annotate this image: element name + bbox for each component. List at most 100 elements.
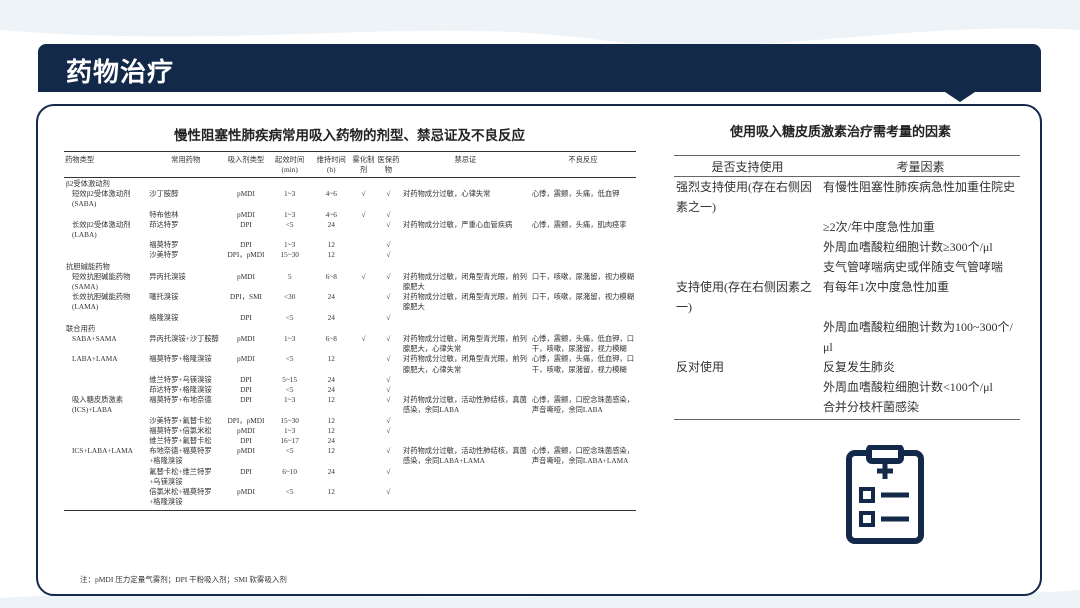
table-cell-type xyxy=(64,250,147,260)
table-cell-form: pMDI xyxy=(237,189,255,199)
table-cell-drug: 福莫特罗 xyxy=(149,240,179,250)
table-cell-type xyxy=(64,436,147,446)
table-cell-type: 长效β2受体激动剂(LABA) xyxy=(72,219,131,240)
table-cell-neb xyxy=(351,385,376,395)
table-row: 外周血嗜酸粒细胞计数≥300个/μl xyxy=(674,237,1020,257)
page-title: 药物治疗 xyxy=(66,58,175,88)
table-cell-onset xyxy=(268,323,312,334)
table-row: 短效抗胆碱能药物(SAMA) 异丙托溴铵 pMDI 5 6~8 √ √ 对药物成分过敏，闭角型… xyxy=(64,272,636,292)
table-cell-factor: 反复发生肺炎 xyxy=(823,360,896,374)
table-cell-neb xyxy=(351,354,376,374)
ics-table-body: 强烈支持使用(存在右侧因素之一) 有慢性阻塞性肺疾病急性加重住院史 ≥2次/年中度急… xyxy=(674,177,1020,420)
table-cell-type xyxy=(64,385,147,395)
table-row: 吸入糖皮质激素(ICS)+LABA 福莫特罗+布地奈德 DPI 1~3 12 √ 对药物成分… xyxy=(64,395,636,415)
table-cell-onset: <5 xyxy=(285,219,294,229)
table-cell-form: DPI xyxy=(240,240,252,250)
table-cell-contra: 对药物成分过敏，闭角型青光眼，前列腺肥大 xyxy=(402,292,527,312)
table-cell-factor: 有慢性阻塞性肺疾病急性加重住院史 xyxy=(823,180,1016,194)
clipboard-checklist-icon xyxy=(846,445,924,544)
table-cell-adverse: 心悸，震颤，口腔念珠菌感染，声音嘶哑，余同LABA xyxy=(531,395,635,415)
col-header: 禁忌证 xyxy=(400,151,530,178)
col-header: 常用药物 xyxy=(147,151,225,178)
table-cell-adverse: 心悸，震颤，口腔念珠菌感染，声音嘶哑，余同LABA+LAMA xyxy=(531,446,635,466)
table-cell-support xyxy=(674,397,821,420)
table-cell-factor: ≥2次/年中度急性加重 xyxy=(823,220,935,234)
table-cell-dur: 24 xyxy=(327,312,335,322)
table-cell-adverse xyxy=(530,323,636,334)
table-cell-form xyxy=(224,178,268,190)
table-cell-support: 支持使用(存在右侧因素之一) xyxy=(676,280,812,314)
col-header: 雾化制剂 xyxy=(351,151,376,178)
table-cell-onset xyxy=(268,261,312,272)
table-cell-contra xyxy=(401,178,530,190)
table-cell-ins: √ xyxy=(386,385,391,395)
table-cell-drug: 维兰特罗+乌镁溴铵 xyxy=(149,374,212,384)
table-cell-neb xyxy=(351,395,376,415)
table-cell-onset: 5~15 xyxy=(282,374,298,384)
table-cell-dur: 12 xyxy=(327,425,335,435)
table-cell-type: 联合用药 xyxy=(66,323,96,333)
table-row: 支气管哮喘病史或伴随支气管哮喘 xyxy=(674,257,1020,277)
table-cell-neb xyxy=(351,446,376,466)
table-cell-contra xyxy=(401,210,530,220)
table-cell-adverse xyxy=(530,261,636,272)
col-header: 考量因素 xyxy=(821,155,1020,177)
table-cell-form: pMDI xyxy=(237,354,255,364)
col-header: 吸入剂类型 xyxy=(224,151,268,178)
col-header: 维持时间(h) xyxy=(311,151,351,178)
table-cell-form: DPI xyxy=(240,312,252,322)
table-cell-dur: 12 xyxy=(311,487,351,511)
table-cell-drug: 维兰特罗+氟替卡松 xyxy=(149,436,212,446)
col-header: 药物类型 xyxy=(64,151,148,178)
table-cell-neb xyxy=(351,261,376,272)
table-cell-onset: <5 xyxy=(285,446,294,456)
table-cell-dur: 4~6 xyxy=(325,209,337,219)
table-row: 特布他林 pMDI 1~3 4~6 √ √ xyxy=(64,210,636,220)
table-cell-onset: <5 xyxy=(285,385,294,395)
table-cell-neb xyxy=(351,375,376,385)
table-row: 格隆溴铵 DPI <5 24 √ xyxy=(64,313,636,323)
table-cell-neb xyxy=(351,436,376,446)
table-cell-contra: 对药物成分过敏，活动性肺结核，真菌感染，余同LABA xyxy=(402,395,527,415)
table-cell-type: 短效抗胆碱能药物(SAMA) xyxy=(72,271,131,292)
table-row: 外周血嗜酸粒细胞计数为100~300个/μl xyxy=(674,317,1020,357)
ics-table-title: 使用吸入糖皮质激素治疗需考量的因素 xyxy=(730,125,952,140)
title-banner: 药物治疗 xyxy=(38,44,1041,92)
col-header: 不良反应 xyxy=(529,151,636,178)
table-cell-factor: 外周血嗜酸粒细胞计数<100个/μl xyxy=(823,380,993,394)
table-cell-onset: <5 xyxy=(267,487,312,511)
table-cell-ins: √ xyxy=(386,250,391,260)
table-cell-adverse xyxy=(529,487,636,511)
table-cell-contra xyxy=(401,385,530,395)
table-cell-drug: 茚达特罗 xyxy=(149,219,179,229)
table-row: 福莫特罗+倍氯米松 pMDI 1~3 12 √ xyxy=(64,426,636,436)
table-row: 长效抗胆碱能药物(LAMA) 噻托溴铵 DPI，SMI <30 24 √ 对药物成分过敏，闭… xyxy=(64,292,636,312)
table-row: 倍氯米松+福莫特罗+格隆溴铵 pMDI <5 12 √ xyxy=(64,487,636,511)
drug-table-header: 药物类型 常用药物 吸入剂类型 起效时间(min) 维持时间(h) 雾化制剂 医… xyxy=(64,151,636,178)
table-row: ≥2次/年中度急性加重 xyxy=(674,217,1020,237)
table-cell-ins xyxy=(376,261,401,272)
table-cell-adverse xyxy=(530,313,636,323)
table-cell-neb xyxy=(351,487,376,511)
table-cell-support xyxy=(674,317,821,357)
table-cell-drug: 福莫特罗+倍氯米松 xyxy=(149,425,212,435)
table-row: 支持使用(存在右侧因素之一) 有每年1次中度急性加重 xyxy=(674,277,1020,317)
table-cell-dur: 24 xyxy=(327,219,335,229)
table-cell-type xyxy=(64,210,147,220)
table-cell-form xyxy=(224,323,268,334)
table-cell-type: β2受体激动剂 xyxy=(66,179,110,188)
table-cell-neb xyxy=(351,323,376,334)
table-cell-onset: 6~10 xyxy=(282,466,298,476)
table-cell-dur: 6~8 xyxy=(325,271,337,281)
table-cell-ins: √ xyxy=(386,374,391,384)
table-cell-neb xyxy=(351,292,376,312)
table-row: LABA+LAMA 福莫特罗+格隆溴铵 pMDI <5 12 √ 对药物成分过敏，闭角型青光… xyxy=(64,354,636,374)
table-cell-dur: 24 xyxy=(327,292,335,302)
table-cell-ins: √ xyxy=(386,271,391,281)
table-group-row: 联合用药 xyxy=(64,323,636,334)
table-cell-drug: 格隆溴铵 xyxy=(149,312,179,322)
table-cell-form xyxy=(224,261,268,272)
table-cell-type: 短效β2受体激动剂(SABA) xyxy=(72,189,131,209)
table-cell-type xyxy=(64,426,147,436)
table-cell-drug: 茚达特罗+格隆溴铵 xyxy=(149,385,212,395)
